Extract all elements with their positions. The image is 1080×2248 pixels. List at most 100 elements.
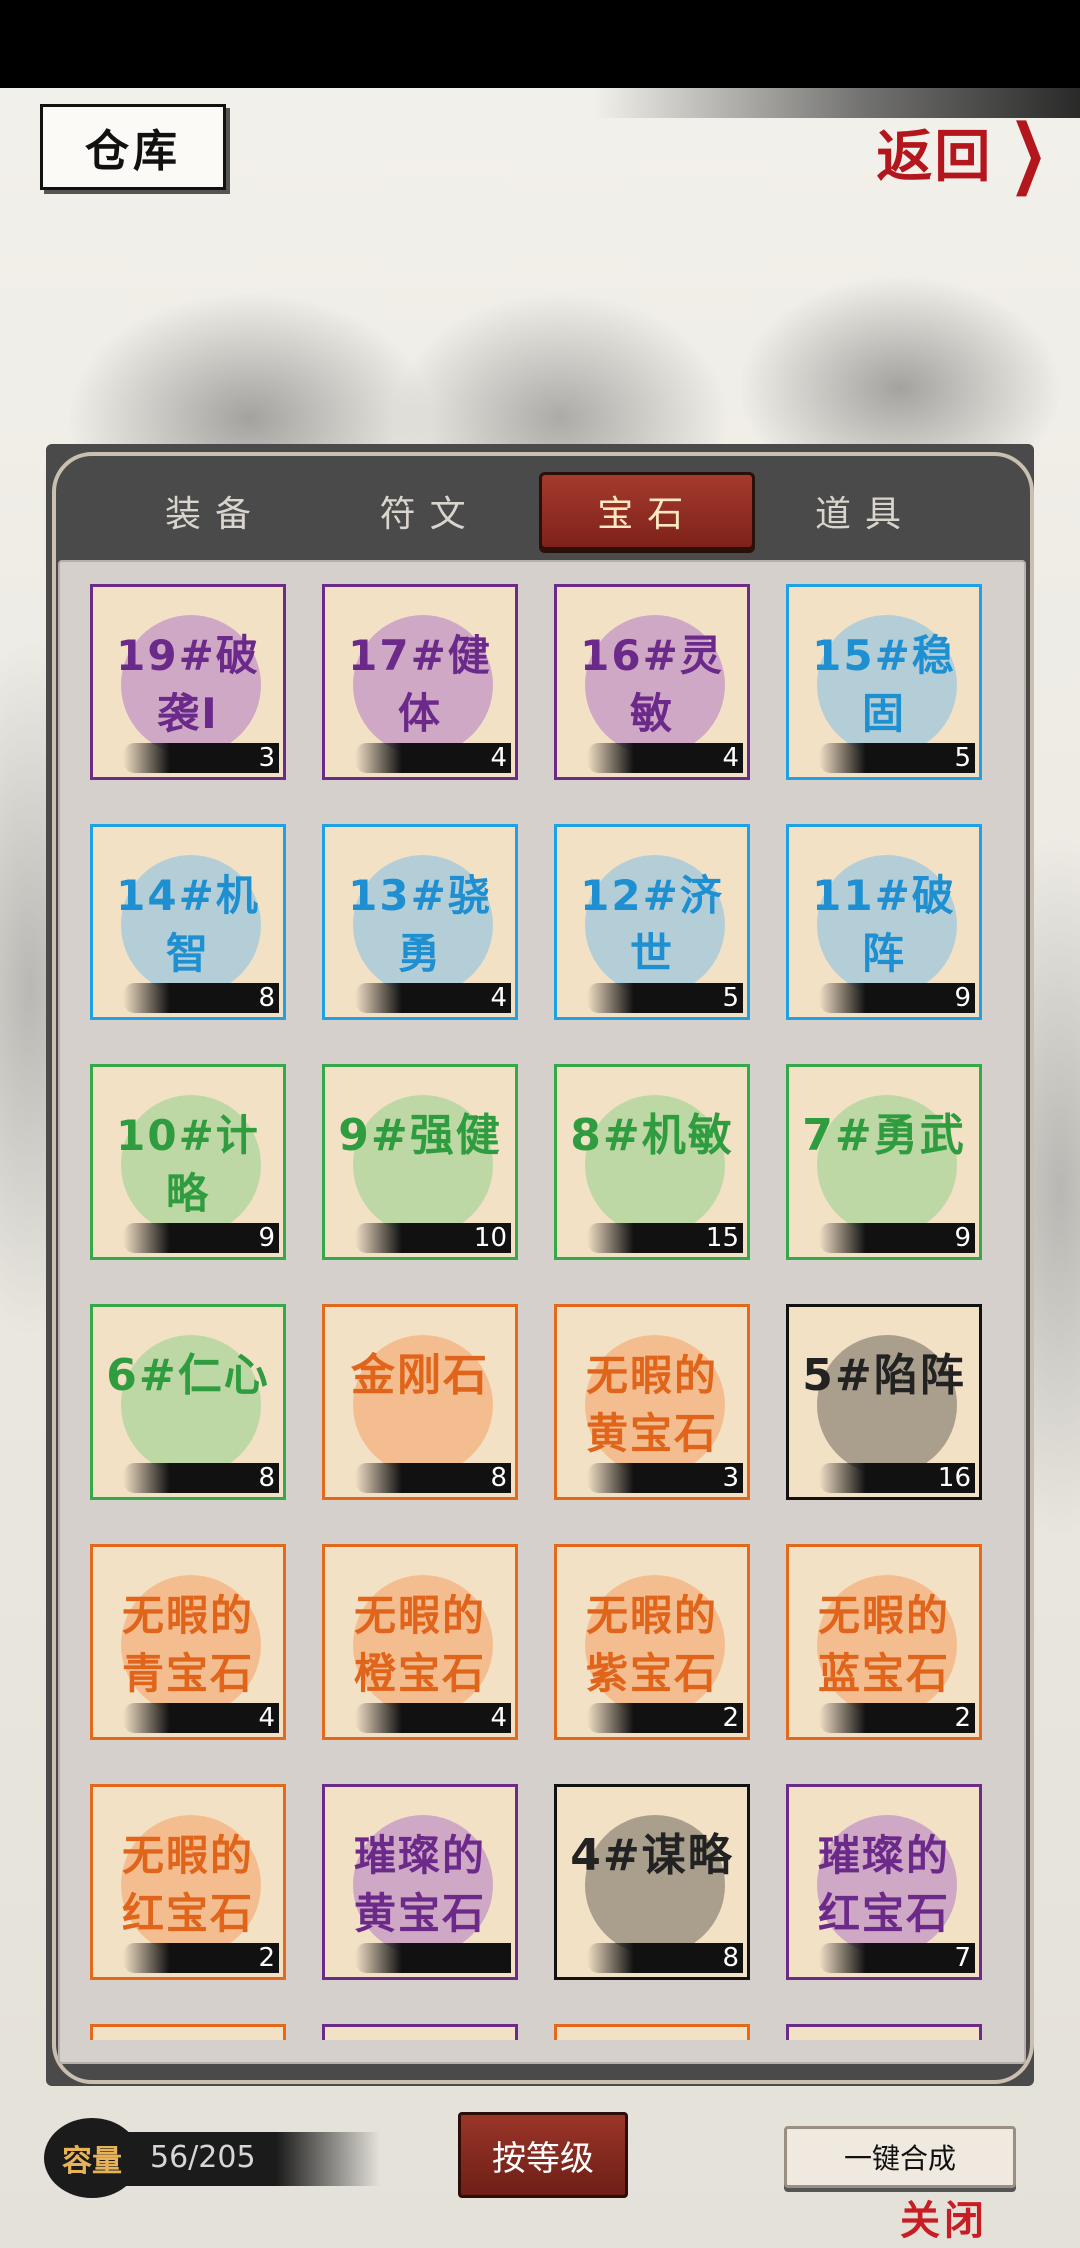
chevron-right-icon: ❯ [1009, 107, 1049, 196]
gem-count: 5 [954, 743, 971, 773]
page-title: 仓库 [40, 104, 226, 190]
count-bar [123, 1943, 279, 1973]
gem-name: 7#勇武 [802, 1110, 966, 1161]
gem-count: 15 [705, 1223, 739, 1253]
gem-count: 4 [490, 743, 507, 773]
count-bar [587, 1463, 743, 1493]
gem-slot[interactable]: 16#灵敏 4 [554, 584, 750, 780]
count-bar [355, 743, 511, 773]
gem-count: 9 [954, 983, 971, 1013]
count-bar [123, 983, 279, 1013]
gem-slot[interactable]: 无暇的黄宝石 3 [554, 1304, 750, 1500]
gem-slot[interactable]: 无暇的蓝宝石 2 [786, 1544, 982, 1740]
gem-name: 9#强健 [338, 1110, 502, 1161]
gem-count: 8 [490, 1463, 507, 1493]
close-button[interactable]: 关闭 [900, 2188, 988, 2246]
gem-name: 无暇的青宝石 [121, 1591, 254, 1698]
gem-slot[interactable]: 12#济世 5 [554, 824, 750, 1020]
gem-name: 11#破阵 [812, 871, 956, 978]
capacity-badge: 容量 [44, 2118, 140, 2198]
gem-slot-partial[interactable] [786, 2024, 982, 2040]
gem-slot[interactable]: 4#谋略 8 [554, 1784, 750, 1980]
gem-slot[interactable]: 7#勇武 9 [786, 1064, 982, 1260]
gem-slot[interactable]: 19#破袭I 3 [90, 584, 286, 780]
gem-slot[interactable]: 5#陷阵 16 [786, 1304, 982, 1500]
gem-slot[interactable]: 金刚石 8 [322, 1304, 518, 1500]
merge-all-button[interactable]: 一键合成 [784, 2126, 1016, 2188]
gem-count: 9 [258, 1223, 275, 1253]
gem-count: 5 [722, 983, 739, 1013]
back-label: 返回 [876, 124, 993, 190]
gem-slot[interactable]: 10#计略 9 [90, 1064, 286, 1260]
gem-count: 16 [937, 1463, 971, 1493]
gem-count: 9 [954, 1223, 971, 1253]
gem-slot[interactable]: 6#仁心 8 [90, 1304, 286, 1500]
gem-name: 14#机智 [116, 871, 260, 978]
gem-count: 3 [258, 743, 275, 773]
count-bar [123, 743, 279, 773]
count-bar [123, 1223, 279, 1253]
gem-count: 8 [722, 1943, 739, 1973]
gem-slot[interactable]: 无暇的红宝石 2 [90, 1784, 286, 1980]
gem-slot[interactable]: 璀璨的红宝石 7 [786, 1784, 982, 1980]
gem-slot-partial[interactable] [554, 2024, 750, 2040]
gem-name: 17#健体 [348, 631, 492, 738]
gem-slot[interactable]: 无暇的橙宝石 4 [322, 1544, 518, 1740]
gem-slot[interactable]: 13#骁勇 4 [322, 824, 518, 1020]
gem-count: 8 [258, 983, 275, 1013]
gem-slot[interactable]: 无暇的紫宝石 2 [554, 1544, 750, 1740]
tab-gems[interactable]: 宝石 [539, 472, 756, 550]
gem-count: 2 [954, 1703, 971, 1733]
count-bar [587, 1943, 743, 1973]
tab-items[interactable]: 道具 [760, 475, 970, 547]
gem-count: 4 [490, 1703, 507, 1733]
count-bar [819, 1943, 975, 1973]
gem-name: 15#稳固 [812, 631, 956, 738]
gem-count: 4 [258, 1703, 275, 1733]
gem-name: 4#谋略 [570, 1830, 734, 1881]
gem-name: 璀璨的黄宝石 [353, 1831, 486, 1938]
gem-name: 10#计略 [116, 1111, 260, 1218]
gem-name: 无暇的紫宝石 [585, 1591, 718, 1698]
gem-slot[interactable]: 9#强健 10 [322, 1064, 518, 1260]
tab-runes[interactable]: 符文 [325, 475, 535, 547]
count-bar [355, 1703, 511, 1733]
gem-slot-partial[interactable] [322, 2024, 518, 2040]
gem-name: 8#机敏 [570, 1110, 734, 1161]
gem-count: 3 [722, 1463, 739, 1493]
gem-slot[interactable]: 璀璨的黄宝石 [322, 1784, 518, 1980]
capacity-value: 56/205 [150, 2140, 256, 2175]
gem-slot[interactable]: 14#机智 8 [90, 824, 286, 1020]
gem-slot[interactable]: 15#稳固 5 [786, 584, 982, 780]
gem-slot[interactable]: 无暇的青宝石 4 [90, 1544, 286, 1740]
gem-count: 2 [258, 1943, 275, 1973]
count-bar [587, 743, 743, 773]
count-bar [587, 1703, 743, 1733]
gem-count: 4 [490, 983, 507, 1013]
gem-name: 无暇的黄宝石 [585, 1351, 718, 1458]
tab-equipment[interactable]: 装备 [110, 475, 320, 547]
gem-name: 6#仁心 [106, 1350, 270, 1401]
sort-by-level-button[interactable]: 按等级 [458, 2112, 628, 2198]
gem-slot[interactable]: 8#机敏 15 [554, 1064, 750, 1260]
gem-name: 5#陷阵 [802, 1350, 966, 1401]
gem-name: 13#骁勇 [348, 871, 492, 978]
count-bar [819, 743, 975, 773]
gem-name: 璀璨的红宝石 [817, 1831, 950, 1938]
gem-count: 4 [722, 743, 739, 773]
gem-name: 无暇的蓝宝石 [817, 1591, 950, 1698]
count-bar [123, 1703, 279, 1733]
count-bar [355, 1943, 511, 1973]
back-button[interactable]: 返回 ❯ [876, 112, 1062, 192]
gem-grid: 19#破袭I 3 17#健体 4 16#灵敏 4 15#稳固 5 14#机智 8 13#骁勇 4 12#… [90, 584, 990, 2040]
gem-slot[interactable]: 17#健体 4 [322, 584, 518, 780]
gem-slot[interactable]: 11#破阵 9 [786, 824, 982, 1020]
count-bar [355, 983, 511, 1013]
count-bar [355, 1463, 511, 1493]
count-bar [819, 1223, 975, 1253]
gem-name: 无暇的橙宝石 [353, 1591, 486, 1698]
category-tabs: 装备 符文 宝石 道具 [110, 470, 970, 552]
gem-count: 7 [954, 1943, 971, 1973]
count-bar [123, 1463, 279, 1493]
gem-slot-partial[interactable] [90, 2024, 286, 2040]
